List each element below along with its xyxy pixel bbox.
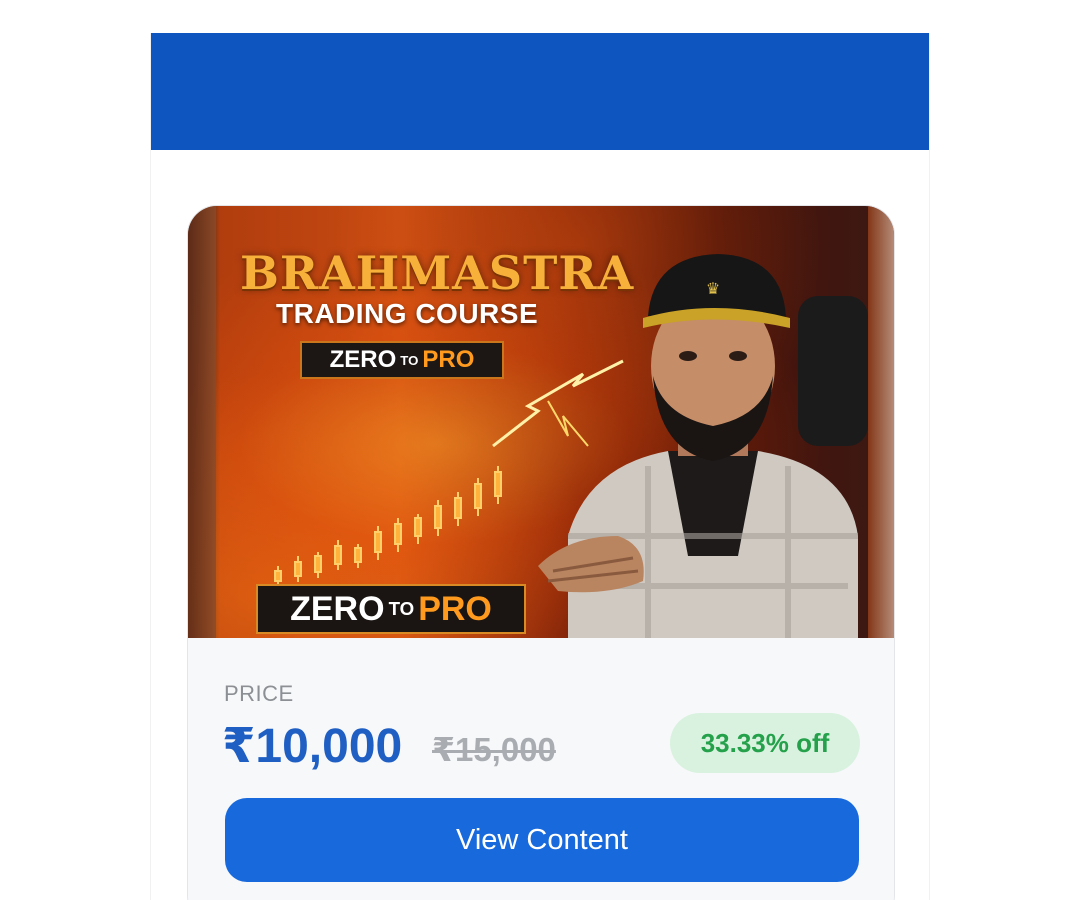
- tag-pro: PRO: [422, 346, 475, 373]
- app-frame: BRAHMASTRA TRADING COURSE ZERO TO PRO ZE…: [150, 33, 930, 900]
- instructor-photo: ♛: [538, 254, 868, 638]
- zero-to-pro-tag-large: ZERO TO PRO: [256, 584, 526, 634]
- banner-edge-left: [188, 206, 216, 638]
- current-price: ₹10,000: [222, 720, 403, 773]
- tag-zero: ZERO: [290, 589, 385, 628]
- candlestick-chart-icon: [274, 466, 502, 586]
- original-price: ₹15,000: [432, 731, 556, 768]
- svg-text:♛: ♛: [706, 279, 720, 298]
- tag-pro: PRO: [418, 589, 492, 628]
- tag-to: TO: [400, 352, 419, 368]
- discount-badge: 33.33% off: [670, 713, 860, 773]
- view-content-button[interactable]: View Content: [225, 798, 859, 882]
- tag-to: TO: [388, 598, 415, 619]
- tag-zero: ZERO: [329, 346, 397, 373]
- top-app-bar: [151, 33, 929, 150]
- zero-to-pro-tag-small: ZERO TO PRO: [300, 341, 504, 379]
- price-label: PRICE: [224, 681, 294, 706]
- banner-subtitle: TRADING COURSE: [276, 298, 539, 329]
- course-banner-image[interactable]: BRAHMASTRA TRADING COURSE ZERO TO PRO ZE…: [188, 206, 894, 638]
- course-card[interactable]: BRAHMASTRA TRADING COURSE ZERO TO PRO ZE…: [187, 205, 895, 900]
- banner-edge-right: [868, 206, 894, 638]
